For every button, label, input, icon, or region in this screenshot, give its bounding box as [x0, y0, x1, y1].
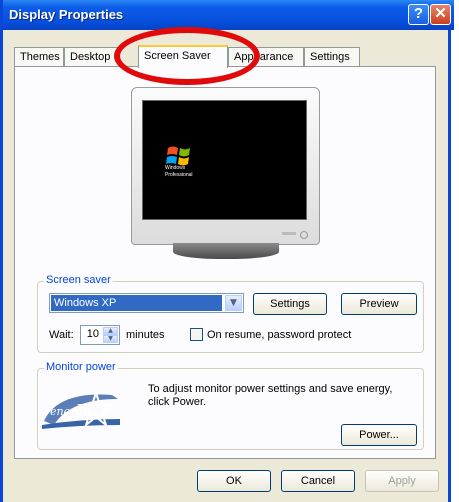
- settings-button[interactable]: Settings: [253, 293, 327, 315]
- apply-button[interactable]: Apply: [365, 470, 439, 492]
- cancel-button[interactable]: Cancel: [281, 470, 355, 492]
- monitor-stand: [173, 243, 279, 259]
- annotation-ellipse: [114, 27, 260, 85]
- stepper-down-icon[interactable]: ▼: [103, 335, 118, 343]
- screen-saver-selected: Windows XP: [51, 295, 222, 311]
- close-button[interactable]: ✕: [430, 4, 451, 25]
- tab-themes[interactable]: Themes: [14, 47, 64, 67]
- stepper-up-icon[interactable]: ▲: [103, 327, 118, 335]
- screen-saver-group-label: Screen saver: [44, 274, 113, 286]
- ok-button[interactable]: OK: [197, 470, 271, 492]
- windows-logo-subtext: Professional: [165, 172, 193, 178]
- minutes-label: minutes: [126, 329, 165, 341]
- wait-label: Wait:: [49, 329, 74, 341]
- energy-star-icon: energy: [42, 389, 120, 429]
- monitor-preview: Windows Professional: [131, 87, 320, 259]
- help-button[interactable]: ?: [408, 4, 429, 25]
- chevron-down-icon[interactable]: ▼: [225, 295, 242, 311]
- wait-stepper[interactable]: 10 ▲ ▼: [80, 325, 120, 345]
- password-protect-checkbox[interactable]: [190, 328, 203, 341]
- screen-saver-select[interactable]: Windows XP ▼: [49, 293, 244, 313]
- power-button[interactable]: Power...: [341, 424, 417, 446]
- tab-desktop[interactable]: Desktop: [64, 47, 120, 67]
- window-title: Display Properties: [9, 7, 124, 22]
- monitor-button: [282, 232, 296, 235]
- tab-settings[interactable]: Settings: [304, 47, 360, 67]
- windows-logo-text: Windows: [165, 165, 186, 171]
- power-description-line1: To adjust monitor power settings and sav…: [148, 383, 393, 395]
- monitor-power-group-label: Monitor power: [44, 361, 118, 373]
- monitor-frame: Windows Professional: [131, 87, 320, 245]
- title-bar[interactable]: Display Properties ? ✕: [3, 0, 454, 30]
- wait-value: 10: [86, 328, 99, 340]
- password-protect-label[interactable]: On resume, password protect: [207, 329, 351, 341]
- power-description-line2: click Power.: [148, 396, 207, 408]
- svg-text:energy: energy: [50, 405, 89, 418]
- preview-button[interactable]: Preview: [341, 293, 417, 315]
- stepper-arrows[interactable]: ▲ ▼: [103, 327, 118, 343]
- power-led: [300, 231, 308, 239]
- preview-screen: Windows Professional: [142, 100, 307, 220]
